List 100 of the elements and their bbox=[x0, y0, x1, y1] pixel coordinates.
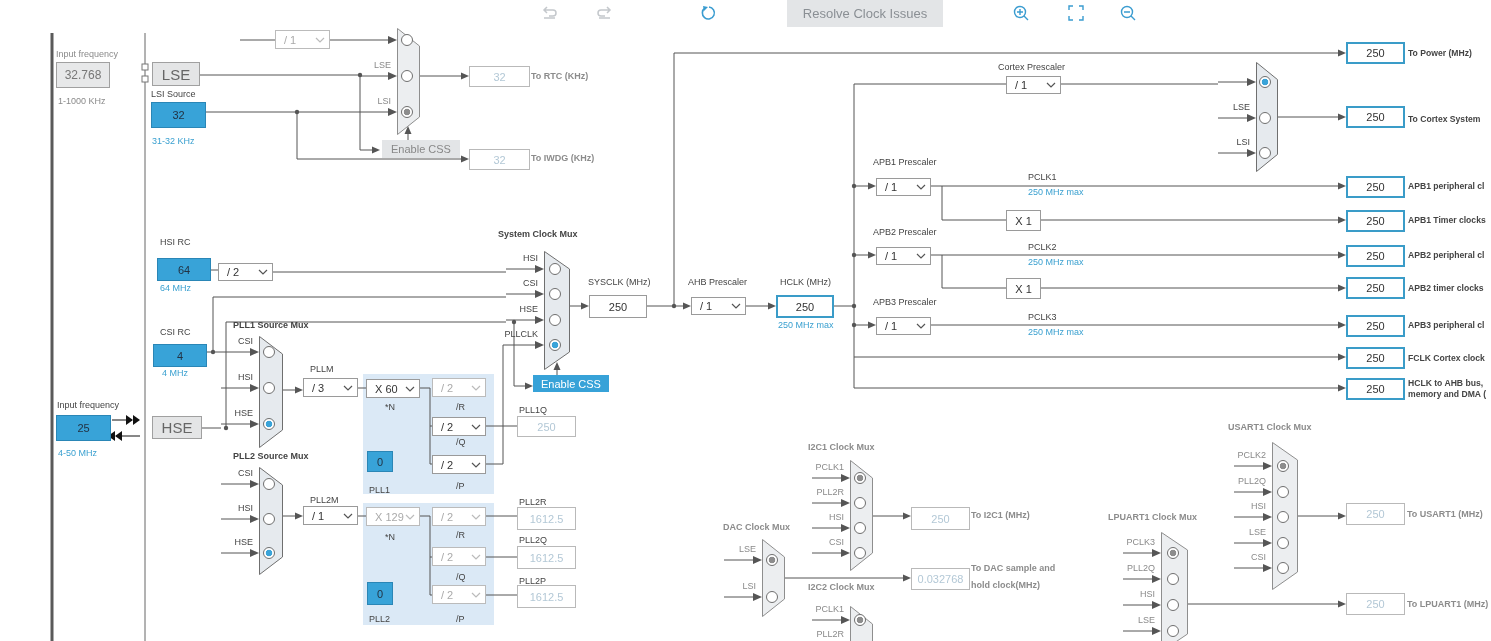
junction-dot bbox=[851, 252, 857, 258]
mux-input-label: CSI bbox=[523, 278, 538, 290]
chevron-icon bbox=[916, 184, 926, 190]
chevron-icon bbox=[471, 591, 481, 598]
diagram-label: HSI RC bbox=[160, 237, 191, 248]
mux-input-label: PCLK2 bbox=[1237, 450, 1266, 461]
diagram-label: LSI Source bbox=[151, 89, 196, 100]
arrow bbox=[1297, 512, 1346, 520]
diagram-label: To I2C1 (MHz) bbox=[971, 510, 1030, 521]
value-field: 250 bbox=[589, 295, 647, 318]
chevron-icon bbox=[916, 253, 926, 259]
arrow-icon bbox=[1234, 564, 1272, 572]
diagram-label: PLL2P bbox=[519, 576, 547, 587]
arrow-icon bbox=[359, 108, 397, 116]
mux-input-label: LSE bbox=[739, 544, 756, 555]
double-arrow-icon bbox=[112, 415, 140, 425]
prescaler-dropdown[interactable]: / 2 bbox=[218, 263, 273, 281]
value-field: 250 bbox=[1346, 245, 1405, 267]
diagram-label: To USART1 (MHz) bbox=[1407, 509, 1483, 520]
arrow bbox=[853, 321, 876, 329]
arrow-icon bbox=[1218, 113, 1256, 122]
diagram-label: USART1 Clock Mux bbox=[1228, 422, 1312, 433]
arrow-icon bbox=[812, 524, 850, 532]
value-field: 250 bbox=[1346, 210, 1405, 232]
diagram-label: PLL2Q bbox=[519, 535, 548, 546]
value-field: 250 bbox=[1346, 378, 1405, 400]
prescaler-dropdown[interactable]: / 2 bbox=[432, 455, 486, 474]
frequency-field: 32.768 bbox=[56, 62, 110, 88]
arrow-icon bbox=[221, 549, 259, 557]
arrow-icon bbox=[1234, 513, 1272, 521]
value-field: 1612.5 bbox=[517, 546, 576, 569]
diagram-label: APB2 peripheral cl bbox=[1408, 250, 1485, 261]
mux-input-label: PLLCLK bbox=[504, 328, 538, 340]
source-block: LSE bbox=[152, 62, 200, 86]
diagram-label: To Power (MHz) bbox=[1408, 48, 1472, 59]
arrow-icon bbox=[812, 474, 850, 482]
value-field: 1612.5 bbox=[517, 507, 576, 530]
prescaler-dropdown[interactable]: / 1 bbox=[876, 317, 931, 335]
junction-dot bbox=[671, 303, 677, 309]
arrow-icon bbox=[506, 340, 544, 349]
diagram-label: Input frequency bbox=[56, 49, 119, 60]
junction-dot bbox=[511, 319, 517, 325]
diagram-label: LPUART1 Clock Mux bbox=[1108, 512, 1197, 523]
arrow bbox=[419, 72, 469, 80]
mux-input-label: HSI bbox=[829, 512, 844, 523]
diagram-label: APB3 Prescaler bbox=[873, 297, 937, 308]
zoom-out-icon[interactable] bbox=[1119, 4, 1137, 22]
diagram-label: 4-50 MHz bbox=[58, 448, 97, 459]
prescaler-dropdown[interactable]: / 1 bbox=[876, 247, 931, 265]
arrow-icon bbox=[1123, 575, 1161, 583]
arrow-icon bbox=[221, 480, 259, 488]
prescaler-dropdown[interactable]: / 2 bbox=[432, 417, 486, 436]
mux-input-label: HSI bbox=[1140, 589, 1155, 600]
chevron-icon bbox=[471, 513, 481, 520]
frequency-field[interactable]: 32 bbox=[151, 102, 206, 128]
refresh-icon[interactable] bbox=[700, 4, 718, 22]
prescaler-dropdown[interactable]: / 1 bbox=[691, 297, 746, 315]
value-field: 1612.5 bbox=[517, 585, 576, 608]
arrow bbox=[569, 302, 589, 310]
diagram-label: *N bbox=[385, 532, 395, 543]
zoom-in-icon[interactable] bbox=[1012, 4, 1030, 22]
mux-input-label: PCLK1 bbox=[815, 462, 844, 473]
fit-screen-icon[interactable] bbox=[1067, 4, 1085, 22]
prescaler-dropdown[interactable]: / 1 bbox=[876, 178, 931, 196]
diagram-label: To RTC (KHz) bbox=[531, 71, 589, 82]
diagram-label: I2C2 Clock Mux bbox=[808, 582, 875, 593]
arrow-icon bbox=[812, 549, 850, 557]
enable-css-button[interactable]: Enable CSS bbox=[533, 375, 609, 392]
frequency-field[interactable]: 25 bbox=[56, 415, 111, 441]
diagram-label: To LPUART1 (MHz) bbox=[1407, 599, 1489, 610]
frequency-field[interactable]: 0 bbox=[367, 582, 393, 605]
junction-dot bbox=[223, 425, 229, 431]
mux-input-label: HSI bbox=[238, 372, 253, 383]
diagram-label: System Clock Mux bbox=[498, 229, 578, 240]
arrow bbox=[1277, 113, 1346, 121]
frequency-field[interactable]: 4 bbox=[153, 344, 207, 367]
prescaler-dropdown[interactable]: / 1 bbox=[1006, 76, 1061, 94]
arrow-icon bbox=[1123, 601, 1161, 609]
diagram-label: To DAC sample and bbox=[971, 563, 1056, 574]
arrow-icon bbox=[1218, 149, 1256, 157]
diagram-label: PLLM bbox=[310, 364, 334, 375]
prescaler-dropdown[interactable]: X 60 bbox=[366, 379, 420, 398]
chevron-icon bbox=[471, 384, 481, 391]
value-field: 32 bbox=[469, 149, 530, 170]
diagram-label: /Q bbox=[456, 437, 466, 448]
frequency-field[interactable]: 0 bbox=[367, 451, 393, 472]
prescaler-dropdown[interactable]: / 3 bbox=[303, 378, 358, 397]
diagram-label: HCLK (MHz) bbox=[780, 277, 831, 288]
arrow bbox=[282, 512, 303, 520]
frequency-field[interactable]: 64 bbox=[157, 258, 211, 281]
arrow-icon bbox=[1123, 627, 1161, 635]
diagram-label: *N bbox=[385, 402, 395, 413]
mux-input-label: LSE bbox=[374, 60, 391, 71]
arrow-icon bbox=[221, 514, 259, 523]
value-field: 250 bbox=[517, 416, 576, 437]
chevron-icon bbox=[343, 384, 353, 391]
diagram-label: PLL2 bbox=[369, 614, 391, 625]
chevron-icon bbox=[405, 385, 415, 392]
prescaler-dropdown[interactable]: / 1 bbox=[303, 506, 358, 525]
value-field: 250 bbox=[1346, 315, 1405, 337]
